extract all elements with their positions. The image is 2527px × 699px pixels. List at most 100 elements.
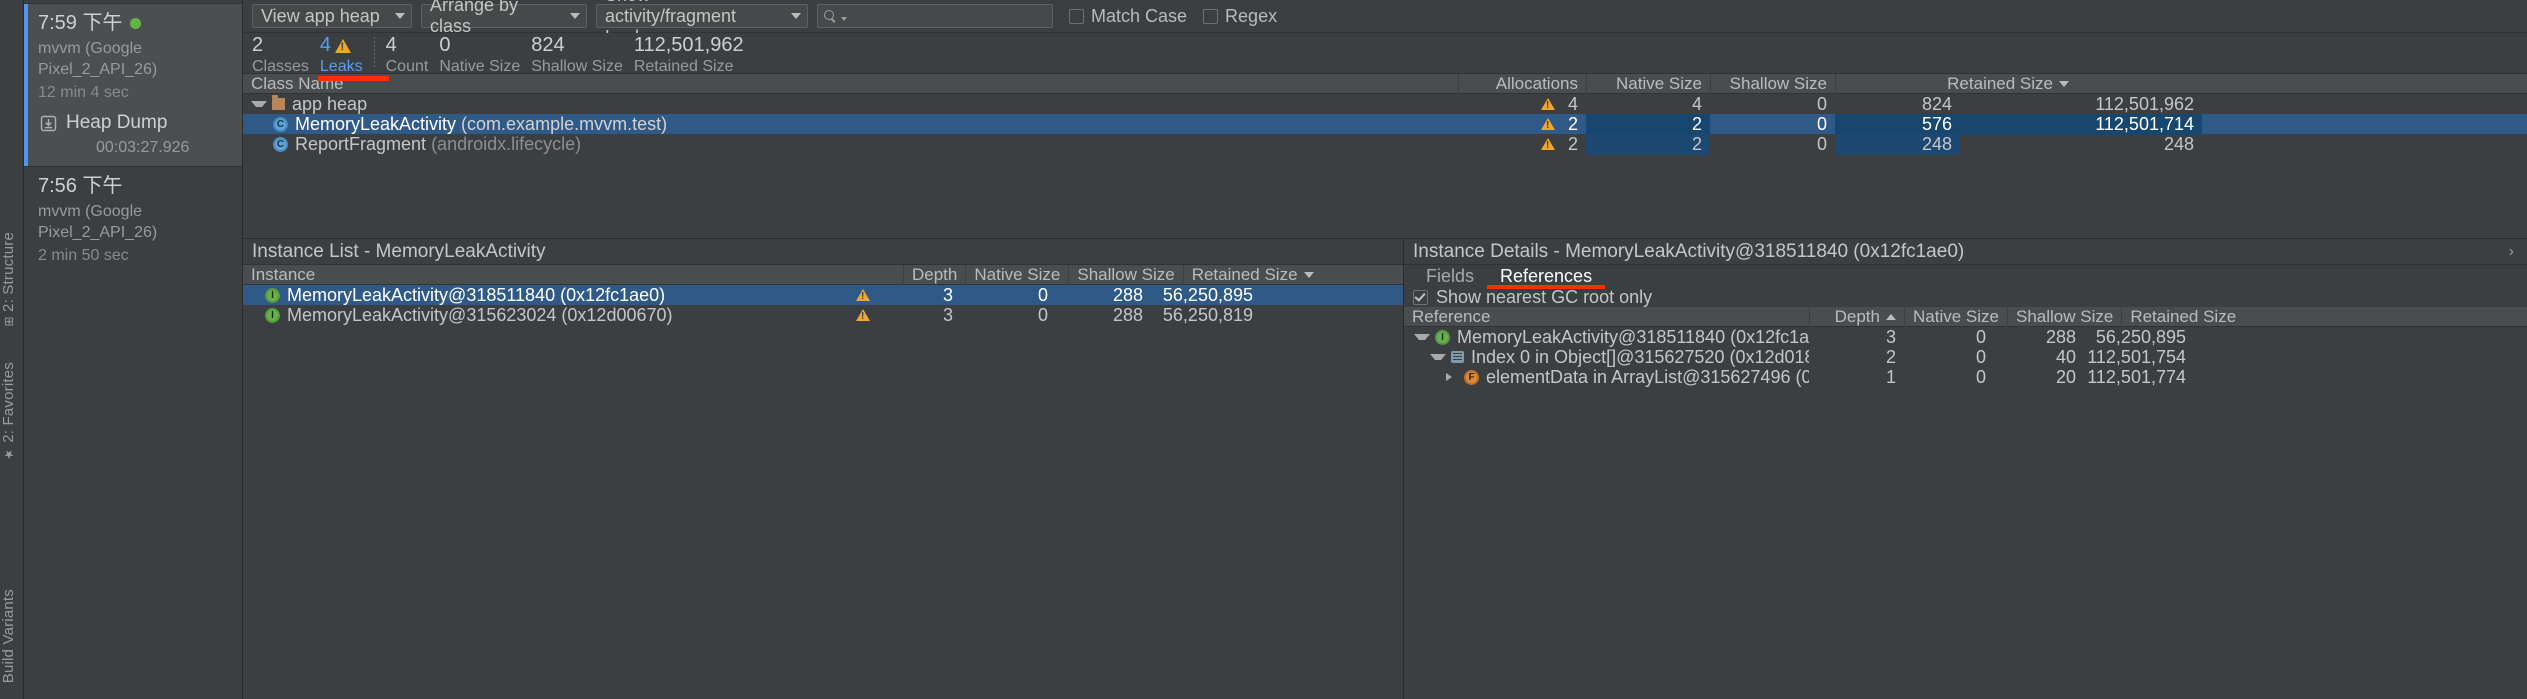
session-1-time: 7:59 下午 [38,12,123,34]
tool-tab-favorites-label: 2: Favorites [0,361,17,443]
stat-count: 4 Count [386,35,440,76]
class-package-text: (com.example.mvvm.test) [461,113,668,134]
column-header-native-size[interactable]: Native Size [965,264,1068,285]
session-item-2[interactable]: 7:56 下午 mvvm (Google Pixel_2_API_26) 2 m… [24,167,242,275]
session-1-heap-dump-item[interactable]: Heap Dump 00:03:27.926 [38,112,232,157]
warning-icon [1540,138,1555,151]
warn-count-text: 2 [1567,113,1578,134]
collapse-icon[interactable]: › [2509,243,2518,261]
arrange-select-dropdown[interactable]: Arrange by class [421,0,587,36]
cell-allocations-count: 2 [1586,113,1710,135]
class-table-body: app heap 4 4 0 824 112,501,962 [243,94,2527,238]
cell-depth: 3 [942,285,953,305]
chevron-down-icon [791,13,801,19]
cell-allocations-count: 2 [1586,133,1710,155]
table-row[interactable]: Index 0 in Object[]@315627520 (0x12d0180… [1404,347,2527,367]
instance-details-title: Instance Details - MemoryLeakActivity@31… [1404,239,2527,265]
heap-select-dropdown[interactable]: View app heap [252,4,412,28]
stat-leaks[interactable]: 4 Leaks [317,34,389,81]
cell-retained-size: 56,250,895 [1162,285,1253,305]
tool-tab-build-variants[interactable]: Build Variants [0,589,23,683]
cell-depth: 2 [1885,346,1896,367]
column-header-class-name[interactable]: Class Name [243,74,1458,94]
search-options-caret-icon[interactable] [841,16,847,21]
warning-icon [856,289,870,301]
column-header-depth[interactable]: Depth [903,264,965,285]
star-icon: ★ [2,446,16,461]
column-header-retained-size[interactable]: Retained Size [1835,73,2077,94]
stat-classes: 2 Classes [252,35,320,76]
cell-retained-size: 112,501,754 [2087,346,2186,367]
reference-name-text: Index 0 in Object[]@315627520 (0x12d0180… [1471,346,1809,367]
gc-root-filter-row[interactable]: Show nearest GC root only [1404,287,2527,307]
live-session-indicator-icon [130,18,142,29]
heap-dump-label: Heap Dump [66,112,168,134]
table-row[interactable]: ReportFragment (androidx.lifecycle) 2 2 … [243,133,2527,155]
search-input[interactable] [852,6,1073,26]
cell-allocations: 2 [1458,134,1586,155]
cell-allocations: 4 [1458,94,1586,115]
cell-reference-name: elementData in ArrayList@315627496 (0x12… [1404,367,1809,388]
table-row[interactable]: app heap 4 4 0 824 112,501,962 [243,94,2527,114]
chevron-down-icon[interactable] [1414,334,1430,340]
column-header-retained-size[interactable]: Retained Size [2121,306,2244,327]
cell-class-name: ReportFragment (androidx.lifecycle) [243,134,1458,155]
search-icon [824,9,837,23]
cell-native-size: 0 [1816,133,1827,154]
column-header-retained-size-label: Retained Size [1947,73,2053,93]
tool-tab-structure-label: 2: Structure [0,232,17,313]
column-header-shallow-size[interactable]: Shallow Size [2006,306,2121,327]
column-header-retained-size-label: Retained Size [1191,264,1298,284]
search-box[interactable] [817,4,1073,28]
cell-shallow-size: 20 [2055,366,2076,387]
package-icon [272,95,285,110]
stat-leaks-value: 4 [319,34,332,56]
column-header-shallow-size[interactable]: Shallow Size [1068,264,1182,285]
column-header-depth[interactable]: Depth [1809,306,1904,327]
tool-tab-structure[interactable]: ⊞ 2: Structure [0,232,23,327]
class-name-text: app heap [292,94,368,114]
sessions-panel: 7:59 下午 mvvm (Google Pixel_2_API_26) 12 … [24,0,243,699]
cell-instance-name: MemoryLeakActivity@315623024 (0x12d00670… [243,305,848,326]
column-header-allocations[interactable]: Allocations [1458,73,1586,94]
match-case-checkbox[interactable]: Match Case [1069,6,1187,27]
table-row[interactable]: MemoryLeakActivity@318511840 (0x12fc1ae0… [1404,327,2527,347]
session-item-1[interactable]: 7:59 下午 mvvm (Google Pixel_2_API_26) 12 … [24,4,242,167]
column-header-shallow-size[interactable]: Shallow Size [1710,73,1835,94]
column-header-native-size[interactable]: Native Size [1904,306,2007,327]
chevron-right-icon[interactable] [1446,373,1458,381]
instance-list-pane: Instance List - MemoryLeakActivity Insta… [243,239,1404,699]
regex-checkbox[interactable]: Regex [1203,6,1277,27]
filter-select-dropdown[interactable]: Show activity/fragment Leaks [596,0,808,47]
class-table-header: Class Name Allocations Native Size Shall… [243,73,2527,94]
column-header-instance[interactable]: Instance [243,265,848,285]
warning-icon [1540,98,1555,111]
session-1-duration: 12 min 4 sec [38,83,129,101]
chevron-down-icon[interactable] [1430,354,1446,360]
tab-references[interactable]: References [1487,265,1606,289]
gc-root-checkbox[interactable] [1413,289,1428,305]
regex-checkbox-box[interactable] [1203,8,1219,24]
sort-descending-icon [1303,271,1314,278]
table-row[interactable]: MemoryLeakActivity (com.example.mvvm.tes… [243,113,2527,135]
instance-list-title: Instance List - MemoryLeakActivity [243,239,1403,265]
column-header-native-size[interactable]: Native Size [1586,73,1710,94]
stat-retained-size-label: Retained Size [633,58,734,75]
regex-label: Regex [1225,5,1278,26]
cell-class-name: MemoryLeakActivity (com.example.mvvm.tes… [243,114,1458,135]
column-header-retained-size[interactable]: Retained Size [1182,264,1322,285]
session-2-device: mvvm (Google Pixel_2_API_26) [38,203,158,242]
cell-shallow-size: 288 [1112,285,1143,305]
column-header-reference[interactable]: Reference [1404,307,1809,327]
cell-shallow-size: 288 [1112,304,1143,325]
cell-reference-name: Index 0 in Object[]@315627520 (0x12d0180… [1404,347,1809,368]
match-case-checkbox-box[interactable] [1069,8,1084,24]
cell-instance-name: MemoryLeakActivity@318511840 (0x12fc1ae0… [243,285,848,306]
class-name-text: ReportFragment [295,133,427,154]
table-row[interactable]: MemoryLeakActivity@318511840 (0x12fc1ae0… [243,285,1403,305]
chevron-down-icon[interactable] [251,101,267,107]
table-row[interactable]: MemoryLeakActivity@315623024 (0x12d00670… [243,305,1403,325]
table-row[interactable]: elementData in ArrayList@315627496 (0x12… [1404,367,2527,387]
tool-tab-favorites[interactable]: ★ 2: Favorites [0,362,23,461]
tab-fields[interactable]: Fields [1413,265,1487,287]
